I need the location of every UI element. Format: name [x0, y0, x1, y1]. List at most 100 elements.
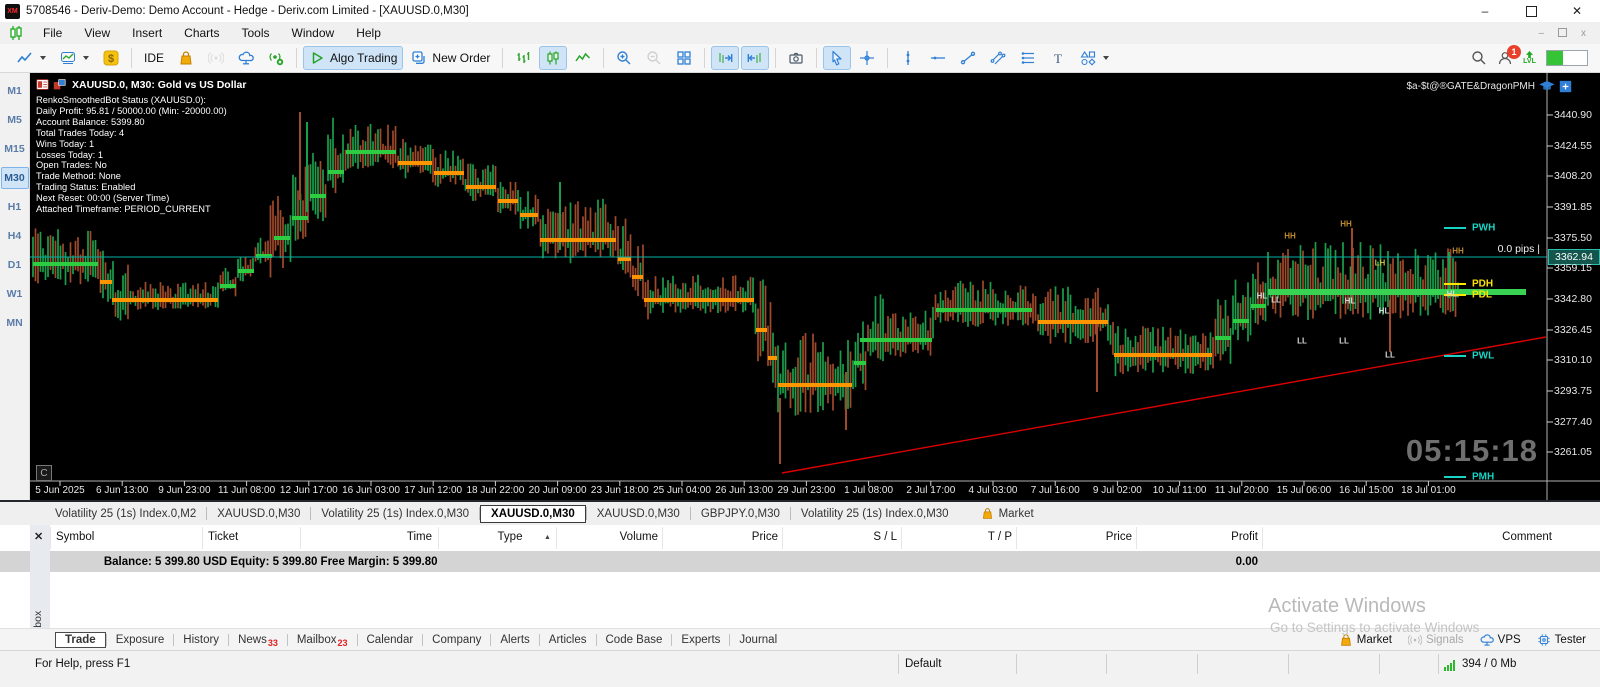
market-panel-button[interactable]: Market	[1339, 633, 1392, 647]
chart-tab-3[interactable]: XAUUSD.0,M30	[480, 504, 586, 523]
menu-help[interactable]: Help	[345, 26, 392, 40]
column-header-comment[interactable]: Comment	[1502, 531, 1552, 543]
menu-charts[interactable]: Charts	[173, 26, 230, 40]
ea-status-line: Losses Today: 1	[36, 149, 104, 160]
column-header-time[interactable]: Time	[407, 531, 432, 543]
chart-news-icon[interactable]	[36, 78, 49, 91]
toolbox-tab-history[interactable]: History	[174, 633, 228, 647]
zoom-out-button[interactable]	[640, 46, 668, 70]
column-header-symbol[interactable]: Symbol	[56, 531, 94, 543]
shapes-button[interactable]	[1074, 46, 1115, 70]
toolbox-tab-calendar[interactable]: Calendar	[358, 633, 423, 647]
timeframe-m30[interactable]: M30	[0, 167, 29, 189]
new-order-button[interactable]: New Order	[405, 46, 496, 70]
toolbox-tab-journal[interactable]: Journal	[730, 633, 786, 647]
menu-window[interactable]: Window	[281, 26, 346, 40]
column-header-sl[interactable]: S / L	[873, 531, 897, 543]
balance-profit: 0.00	[1235, 555, 1258, 568]
broadcast-button[interactable]	[262, 46, 290, 70]
child-restore-button[interactable]	[1558, 27, 1567, 39]
chart-shift-button[interactable]	[711, 46, 740, 70]
child-close-button[interactable]: x	[1581, 28, 1586, 39]
timeframe-m5[interactable]: M5	[1, 109, 29, 131]
vline-button[interactable]	[894, 46, 922, 70]
cursor-button[interactable]	[823, 46, 852, 70]
chart-tab-4[interactable]: XAUUSD.0,M30	[587, 506, 690, 522]
menu-insert[interactable]: Insert	[121, 26, 173, 40]
trendline-button[interactable]	[954, 46, 982, 70]
hline-button[interactable]	[924, 46, 952, 70]
column-header-price[interactable]: Price	[752, 531, 778, 543]
column-header-ticket[interactable]: Ticket	[208, 531, 238, 543]
chart-tab-5[interactable]: GBPJPY.0,M30	[691, 506, 790, 522]
algo-trading-button[interactable]: Algo Trading	[303, 46, 404, 70]
bar-chart-button[interactable]	[509, 46, 537, 70]
text-tool-button[interactable]: T	[1044, 46, 1072, 70]
toolbox-tab-news[interactable]: News33	[229, 633, 287, 648]
status-profile[interactable]: Default	[905, 658, 941, 670]
time-tick-label: 23 Jun 18:00	[590, 485, 649, 496]
profile-button[interactable]: 1	[1497, 45, 1521, 66]
toolbox-tab-company[interactable]: Company	[423, 633, 490, 647]
cloud-sync-button[interactable]	[232, 46, 260, 70]
line-chart-button[interactable]	[569, 46, 597, 70]
timeframe-h1[interactable]: H1	[1, 196, 29, 218]
search-icon[interactable]	[1471, 50, 1487, 66]
toolbox-tab-code-base[interactable]: Code Base	[597, 633, 672, 647]
timeframe-h4[interactable]: H4	[1, 225, 29, 247]
menu-tools[interactable]: Tools	[231, 26, 281, 40]
status-separator	[1438, 654, 1439, 674]
timeframe-w1[interactable]: W1	[1, 283, 29, 305]
equidistant-channel-button[interactable]	[1014, 46, 1042, 70]
close-button[interactable]: ✕	[1554, 0, 1600, 22]
toolbox-tab-experts[interactable]: Experts	[672, 633, 729, 647]
chart-corner-icon[interactable]	[1559, 80, 1572, 93]
toolbox-tab-articles[interactable]: Articles	[540, 633, 596, 647]
balance-row[interactable]: • Balance: 5 399.80 USD Equity: 5 399.80…	[0, 551, 1600, 572]
toolbox-tab-trade[interactable]: Trade	[55, 631, 106, 648]
market-tab[interactable]: Market	[981, 507, 1034, 520]
vps-panel-button[interactable]: VPS	[1480, 633, 1521, 647]
chart-tab-0[interactable]: Volatility 25 (1s) Index.0,M2	[45, 506, 206, 522]
column-header-profit[interactable]: Profit	[1231, 531, 1258, 543]
column-header-volume[interactable]: Volume	[620, 531, 658, 543]
tile-windows-button[interactable]	[670, 46, 698, 70]
chart-tab-6[interactable]: Volatility 25 (1s) Index.0,M30	[791, 506, 959, 522]
auto-scroll-button[interactable]	[741, 46, 770, 70]
signals-panel-button[interactable]: Signals	[1407, 633, 1464, 647]
chart-tab-2[interactable]: Volatility 25 (1s) Index.0,M30	[311, 506, 479, 522]
toolbox-close-icon[interactable]: ✕	[34, 530, 43, 543]
tester-panel-button[interactable]: Tester	[1537, 633, 1586, 647]
toolbox-tab-alerts[interactable]: Alerts	[491, 633, 538, 647]
column-header-tp[interactable]: T / P	[988, 531, 1012, 543]
menu-file[interactable]: File	[32, 26, 73, 40]
market-store-button[interactable]	[172, 46, 200, 70]
restore-button[interactable]	[1508, 0, 1554, 22]
chart-type-button[interactable]	[11, 46, 52, 70]
toolbox-tab-mailbox[interactable]: Mailbox23	[288, 633, 357, 648]
toolbox-tab-exposure[interactable]: Exposure	[107, 633, 174, 647]
minimize-button[interactable]: –	[1462, 0, 1508, 22]
crosshair-button[interactable]	[853, 46, 881, 70]
channel-button[interactable]	[984, 46, 1012, 70]
chart-canvas[interactable]: XAUUSD.0, M30: Gold vs US Dollar RenkoSm…	[30, 73, 1600, 500]
column-header-type[interactable]: Type	[498, 531, 523, 543]
column-header-price[interactable]: Price	[1106, 531, 1132, 543]
timeframe-m15[interactable]: M15	[1, 138, 29, 160]
chart-tab-1[interactable]: XAUUSD.0,M30	[207, 506, 310, 522]
timeframe-d1[interactable]: D1	[1, 254, 29, 276]
candle-chart-button[interactable]	[539, 46, 568, 70]
chart-nav-button[interactable]: C	[36, 465, 52, 481]
lvl-button[interactable]: LVL	[1523, 51, 1536, 65]
deposit-button[interactable]: $	[97, 46, 125, 70]
zoom-in-button[interactable]	[610, 46, 638, 70]
timeframe-m1[interactable]: M1	[1, 80, 29, 102]
signals-toolbar-button[interactable]	[202, 46, 230, 70]
screenshot-button[interactable]	[782, 46, 810, 70]
ide-button[interactable]: IDE	[138, 47, 170, 69]
menu-view[interactable]: View	[73, 26, 121, 40]
one-click-trading-icon[interactable]	[53, 78, 66, 91]
indicators-button[interactable]	[54, 46, 95, 70]
timeframe-mn[interactable]: MN	[1, 312, 29, 334]
child-minimize-button[interactable]: –	[1538, 28, 1544, 39]
